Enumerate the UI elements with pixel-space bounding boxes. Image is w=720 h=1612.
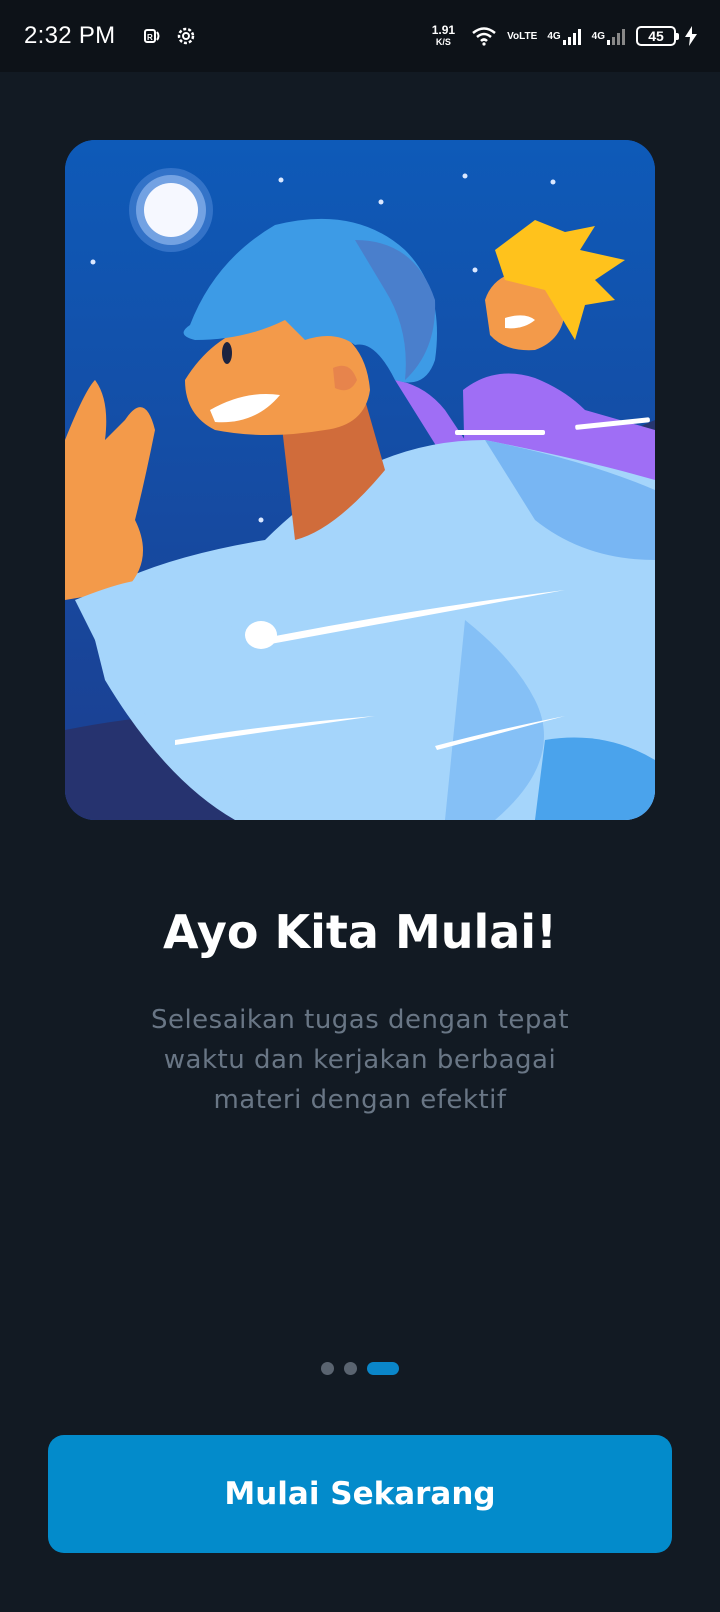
- battery-level: 45: [648, 28, 664, 44]
- sim2-network-label: 4G: [591, 30, 605, 42]
- volte-icon: Vo LTE: [507, 31, 537, 42]
- network-speed: 1.91 K/S: [432, 24, 455, 48]
- status-time: 2:32 PM: [24, 22, 116, 49]
- signal-icon: 4G: [592, 27, 626, 45]
- charging-bolt-icon: [684, 26, 698, 46]
- settings-gear-icon: [175, 25, 197, 47]
- signal-icon: 4G: [547, 27, 581, 45]
- network-speed-value: 1.91: [431, 23, 456, 37]
- status-bar-left: 2:32 PM R: [24, 22, 197, 50]
- wifi-icon: [471, 26, 497, 46]
- status-bar: 2:32 PM R 1.91 K/S Vo LTE 4G 4G 45: [0, 0, 720, 72]
- battery-icon: 45: [636, 26, 679, 46]
- onboarding-illustration: [65, 140, 655, 820]
- pagination-dot-active[interactable]: [367, 1362, 399, 1375]
- moon-icon: [129, 168, 213, 252]
- onboarding-title: Ayo Kita Mulai!: [162, 905, 558, 959]
- sim1-network-label: 4G: [547, 30, 561, 42]
- pagination-dot[interactable]: [321, 1362, 334, 1375]
- svg-text:R: R: [147, 33, 153, 42]
- volte-bottom-label: LTE: [519, 30, 538, 42]
- start-now-button[interactable]: Mulai Sekarang: [48, 1435, 672, 1553]
- network-speed-unit: K/S: [435, 37, 451, 47]
- onboarding-description: Selesaikan tugas dengan tepat waktu dan …: [150, 1005, 570, 1115]
- pagination-dot[interactable]: [344, 1362, 357, 1375]
- nfc-icon: R: [143, 27, 161, 45]
- status-bar-right: 1.91 K/S Vo LTE 4G 4G 45: [432, 24, 698, 48]
- volte-top-label: Vo: [507, 30, 520, 42]
- pagination-indicator: [0, 1362, 720, 1375]
